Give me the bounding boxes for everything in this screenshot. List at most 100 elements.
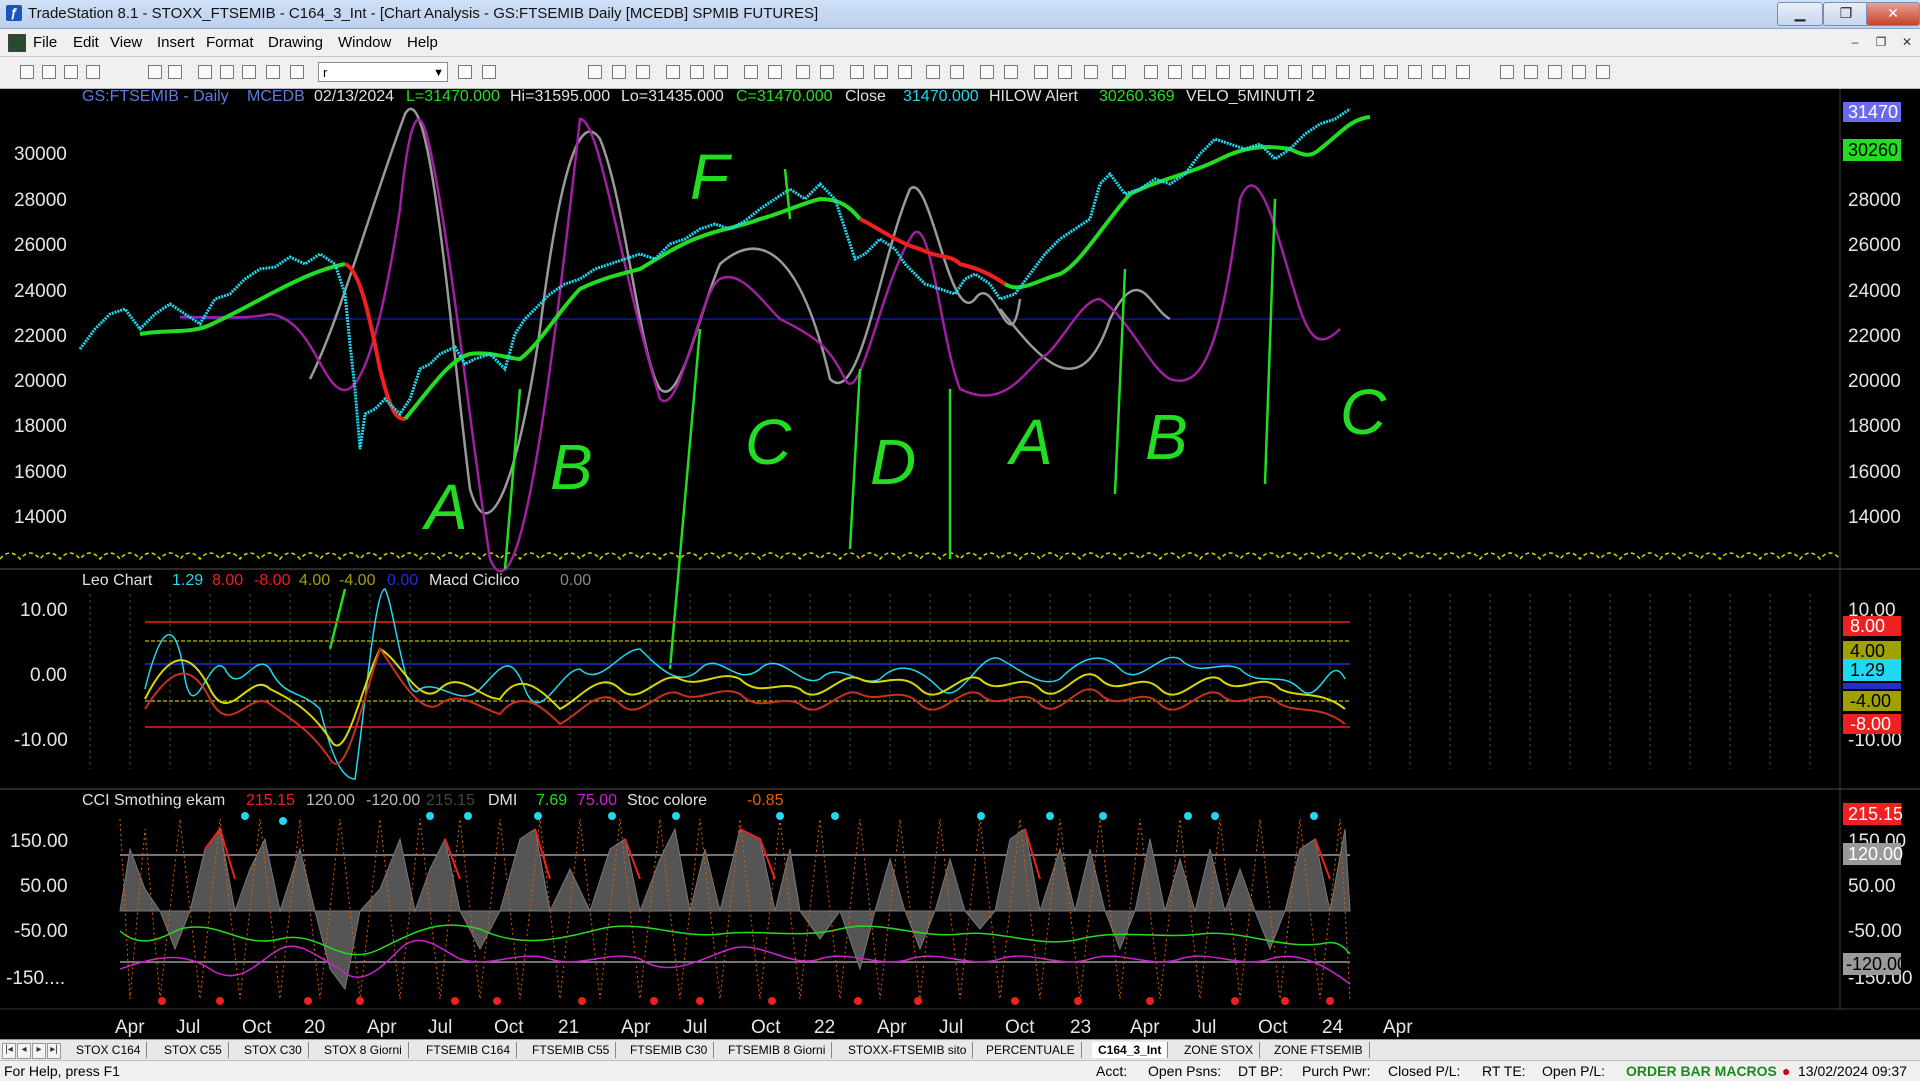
matrix-icon[interactable] <box>768 65 782 79</box>
tab-next-icon[interactable]: ▸ <box>32 1043 46 1059</box>
chart-icon[interactable] <box>666 65 680 79</box>
binoculars-icon[interactable] <box>482 65 496 79</box>
menu-file[interactable]: File <box>33 34 57 51</box>
arrow-down-red-icon[interactable] <box>1500 65 1514 79</box>
mdi-minimize-button[interactable]: ‒ <box>1846 33 1864 51</box>
chart-window-icon[interactable] <box>8 34 26 52</box>
tab-percentuale[interactable]: PERCENTUALE <box>980 1042 1082 1058</box>
cci-area[interactable] <box>119 827 1351 991</box>
regression-channel-icon[interactable] <box>1288 65 1302 79</box>
window-cascade-icon[interactable] <box>612 65 626 79</box>
chart-analysis-window[interactable]: GS:FTSEMIB - Daily MCEDB 02/13/2024 L=31… <box>0 88 1920 1039</box>
pen-icon[interactable] <box>266 65 280 79</box>
minimize-button[interactable]: ▁ <box>1777 2 1823 26</box>
cycle-arcs[interactable] <box>0 552 1841 561</box>
bar-spacing-icon[interactable] <box>950 65 964 79</box>
hilow-line-green-2[interactable] <box>403 196 862 421</box>
news-icon[interactable] <box>796 65 810 79</box>
speedline-icon[interactable] <box>1216 65 1230 79</box>
menu-view[interactable]: View <box>110 34 142 51</box>
purple-cycle-line[interactable] <box>179 117 1341 573</box>
arrow-up-blue-icon[interactable] <box>1524 65 1538 79</box>
gann-fan-icon[interactable] <box>1264 65 1278 79</box>
scanner-icon[interactable] <box>714 65 728 79</box>
layout-icon[interactable] <box>220 65 234 79</box>
radar-icon[interactable] <box>690 65 704 79</box>
tab-zone-ftsemib[interactable]: ZONE FTSEMIB <box>1268 1042 1370 1058</box>
wave-line[interactable] <box>328 588 347 650</box>
hilow-line-green[interactable] <box>139 262 346 336</box>
circle-icon[interactable] <box>1548 65 1562 79</box>
hilow-line-green-4[interactable] <box>1289 115 1371 157</box>
tab-stox-c30[interactable]: STOX C30 <box>238 1042 309 1058</box>
menu-edit[interactable]: Edit <box>73 34 99 51</box>
indicator-icon[interactable] <box>874 65 888 79</box>
tab-ftsemib-c164[interactable]: FTSEMIB C164 <box>420 1042 518 1058</box>
tab-stoxx-ftsemib-sito[interactable]: STOXX-FTSEMIB sito <box>842 1042 974 1058</box>
andrews-pitchfork-icon[interactable] <box>1240 65 1254 79</box>
text-icon[interactable] <box>1596 65 1610 79</box>
zoom-in-icon[interactable] <box>980 65 994 79</box>
menu-help[interactable]: Help <box>407 34 438 51</box>
tab-prev-icon[interactable]: ◂ <box>17 1043 31 1059</box>
menu-window[interactable]: Window <box>338 34 391 51</box>
mdi-close-button[interactable]: ✕ <box>1898 33 1916 51</box>
cycle-lines-icon[interactable] <box>1336 65 1350 79</box>
wave-line[interactable] <box>848 368 862 550</box>
cursor-icon[interactable] <box>926 65 940 79</box>
freehand-icon[interactable] <box>1408 65 1422 79</box>
status-order-bar-macros[interactable]: ORDER BAR MACROS <box>1626 1063 1777 1079</box>
close-button[interactable]: ✕ <box>1866 2 1920 26</box>
hilow-line-green-3[interactable] <box>1003 145 1291 290</box>
strategy-icon[interactable] <box>898 65 912 79</box>
quote-icon[interactable] <box>820 65 834 79</box>
mdi-restore-button[interactable]: ❐ <box>1872 33 1890 51</box>
tab-ftsemib-c30[interactable]: FTSEMIB C30 <box>624 1042 715 1058</box>
print-preview-icon[interactable] <box>148 65 162 79</box>
horizontal-line-icon[interactable] <box>1168 65 1182 79</box>
curve-icon[interactable] <box>1432 65 1446 79</box>
fib-icon[interactable] <box>1192 65 1206 79</box>
new-icon[interactable] <box>20 65 34 79</box>
rectangle-icon[interactable] <box>1572 65 1586 79</box>
refresh-icon[interactable] <box>1112 65 1126 79</box>
tab-ftsemib-8-giorni[interactable]: FTSEMIB 8 Giorni <box>722 1042 833 1058</box>
tab-stox-c55[interactable]: STOX C55 <box>158 1042 229 1058</box>
link-icon[interactable] <box>290 65 304 79</box>
highlighter-icon[interactable] <box>1384 65 1398 79</box>
leo-red-line[interactable] <box>144 646 1346 765</box>
data-window-icon[interactable] <box>1058 65 1072 79</box>
maximize-button[interactable]: ❐ <box>1823 2 1869 26</box>
tab-stox-c164[interactable]: STOX C164 <box>70 1042 148 1058</box>
options-icon[interactable] <box>744 65 758 79</box>
tab-ftsemib-c55[interactable]: FTSEMIB C55 <box>526 1042 617 1058</box>
tab-first-icon[interactable]: |◂ <box>2 1043 16 1059</box>
arc-icon[interactable] <box>1312 65 1326 79</box>
cycle-arcs-icon[interactable] <box>1360 65 1374 79</box>
tab-last-icon[interactable]: ▸| <box>47 1043 61 1059</box>
grey-cycle-line-2[interactable] <box>999 288 1171 370</box>
open-icon[interactable] <box>42 65 56 79</box>
bar-chart-icon[interactable] <box>850 65 864 79</box>
zoom-out-icon[interactable] <box>1004 65 1018 79</box>
workspace-icon[interactable] <box>198 65 212 79</box>
trendline-icon[interactable] <box>1144 65 1158 79</box>
copy-icon[interactable] <box>86 65 100 79</box>
window-tile-icon[interactable] <box>588 65 602 79</box>
play-icon[interactable] <box>458 65 472 79</box>
pen-tool-icon[interactable] <box>1456 65 1470 79</box>
tab-c164-3-int[interactable]: C164_3_Int <box>1092 1042 1169 1058</box>
wave-line[interactable] <box>1263 198 1277 485</box>
print-icon[interactable] <box>168 65 182 79</box>
menu-drawing[interactable]: Drawing <box>268 34 323 51</box>
table-icon[interactable] <box>636 65 650 79</box>
tools-icon[interactable] <box>1084 65 1098 79</box>
symbol-combo[interactable]: r ▼ <box>318 62 448 82</box>
save-icon[interactable] <box>64 65 78 79</box>
pointer-icon[interactable] <box>1034 65 1048 79</box>
chart-canvas[interactable]: GS:FTSEMIB - Daily MCEDB 02/13/2024 L=31… <box>0 88 1920 1039</box>
tab-stox-8-giorni[interactable]: STOX 8 Giorni <box>318 1042 409 1058</box>
tab-zone-stox[interactable]: ZONE STOX <box>1178 1042 1261 1058</box>
menu-insert[interactable]: Insert <box>157 34 195 51</box>
chevron-down-icon[interactable]: ▼ <box>433 63 444 83</box>
